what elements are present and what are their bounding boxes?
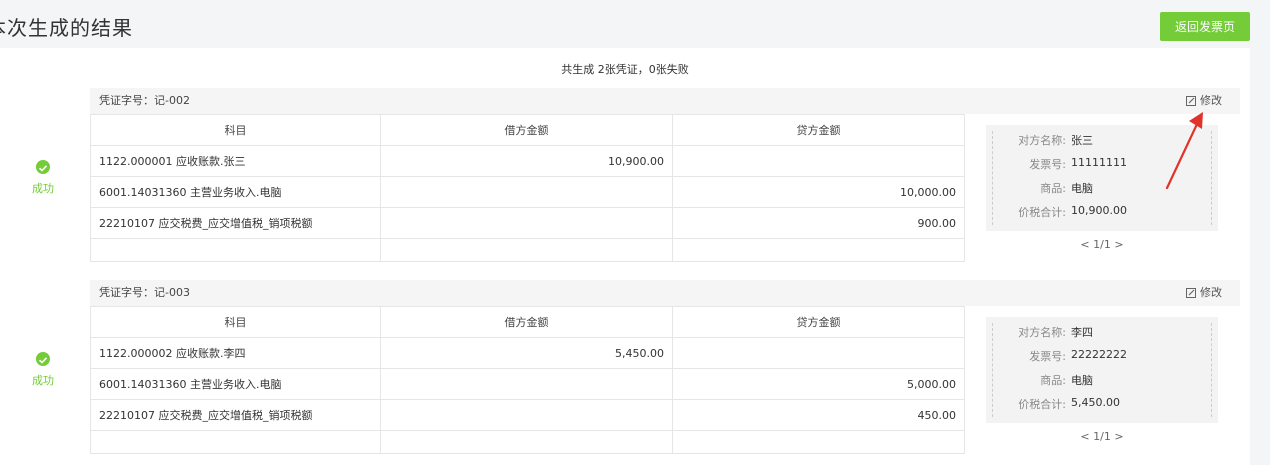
table-row: 6001.14031360 主营业务收入.电脑 5,000.00 [90,368,965,400]
table-empty-row [90,238,965,262]
entries-table: 科目 借方金额 贷方金额 1122.000002 应收账款.李四 5,450.0… [90,306,965,454]
voucher-number: 凭证字号：记-002 [99,94,190,107]
edit-label: 修改 [1200,94,1222,107]
voucher-number: 凭证字号：记-003 [99,286,190,299]
edit-button[interactable]: 修改 [1186,280,1222,306]
edit-button[interactable]: 修改 [1186,88,1222,114]
table-row: 22210107 应交税费_应交增值税_销项税额 900.00 [90,207,965,239]
back-to-invoice-button[interactable]: 返回发票页 [1160,12,1250,41]
account-cell: 1122.000002 应收账款.李四 [90,337,381,369]
info-row-total: 价税合计: 10,900.00 [1018,204,1127,219]
info-row-total: 价税合计: 5,450.00 [1018,396,1120,411]
edit-label: 修改 [1200,286,1222,299]
credit-cell: 5,000.00 [672,368,965,400]
invoice-info-card: 对方名称: 李四 发票号: 22222222 商品: 电脑 价税合计: 5,45… [986,317,1218,423]
edit-icon [1186,96,1196,106]
status-success: 成功 [32,352,54,388]
summary-text: 共生成 2张凭证，0张失败 [561,63,689,76]
credit-cell: 450.00 [672,399,965,431]
credit-cell: 10,000.00 [672,176,965,208]
invoice-pager[interactable]: < 1/1 > [986,430,1218,443]
check-circle-icon [36,352,50,366]
voucher-card: 凭证字号：记-002 修改 科目 借方金额 贷方金额 1122.000001 应… [90,88,1240,265]
credit-cell [672,337,965,369]
table-row: 1122.000001 应收账款.张三 10,900.00 [90,145,965,177]
debit-cell [380,399,673,431]
info-row-party: 对方名称: 张三 [1018,134,1093,147]
voucher-header: 凭证字号：记-003 修改 [90,280,1240,306]
check-circle-icon [36,160,50,174]
table-header-row: 科目 借方金额 贷方金额 [90,114,965,146]
status-label: 成功 [32,182,54,195]
info-row-goods: 商品: 电脑 [1040,182,1093,195]
table-row: 1122.000002 应收账款.李四 5,450.00 [90,337,965,369]
table-header-row: 科目 借方金额 贷方金额 [90,306,965,338]
debit-cell [380,176,673,208]
column-header-account: 科目 [90,306,381,338]
debit-cell [380,368,673,400]
header-bar: 本次生成的结果 返回发票页 [0,0,1270,48]
debit-cell [380,207,673,239]
page-title: 本次生成的结果 [0,16,133,40]
account-cell: 6001.14031360 主营业务收入.电脑 [90,368,381,400]
status-success: 成功 [32,160,54,196]
voucher-card: 凭证字号：记-003 修改 科目 借方金额 贷方金额 1122.000002 应… [90,280,1240,457]
entries-table: 科目 借方金额 贷方金额 1122.000001 应收账款.张三 10,900.… [90,114,965,262]
info-row-invoice: 发票号: 22222222 [1029,348,1127,363]
column-header-account: 科目 [90,114,381,146]
debit-cell: 5,450.00 [380,337,673,369]
account-cell: 1122.000001 应收账款.张三 [90,145,381,177]
edit-icon [1186,288,1196,298]
column-header-credit: 贷方金额 [672,114,965,146]
column-header-credit: 贷方金额 [672,306,965,338]
table-empty-row [90,430,965,454]
account-cell: 22210107 应交税费_应交增值税_销项税额 [90,207,381,239]
table-row: 6001.14031360 主营业务收入.电脑 10,000.00 [90,176,965,208]
column-header-debit: 借方金额 [380,306,673,338]
info-row-party: 对方名称: 李四 [1018,326,1093,339]
invoice-info-card: 对方名称: 张三 发票号: 11111111 商品: 电脑 价税合计: 10,9… [986,125,1218,231]
info-row-goods: 商品: 电脑 [1040,374,1093,387]
info-row-invoice: 发票号: 11111111 [1029,156,1127,171]
results-panel: 共生成 2张凭证，0张失败 成功 凭证字号：记-002 修改 科目 借方金额 贷… [0,48,1250,465]
column-header-debit: 借方金额 [380,114,673,146]
table-row: 22210107 应交税费_应交增值税_销项税额 450.00 [90,399,965,431]
account-cell: 6001.14031360 主营业务收入.电脑 [90,176,381,208]
invoice-pager[interactable]: < 1/1 > [986,238,1218,251]
page-scrollbar[interactable] [1250,48,1270,465]
status-label: 成功 [32,374,54,387]
account-cell: 22210107 应交税费_应交增值税_销项税额 [90,399,381,431]
credit-cell [672,145,965,177]
debit-cell: 10,900.00 [380,145,673,177]
voucher-header: 凭证字号：记-002 修改 [90,88,1240,114]
credit-cell: 900.00 [672,207,965,239]
